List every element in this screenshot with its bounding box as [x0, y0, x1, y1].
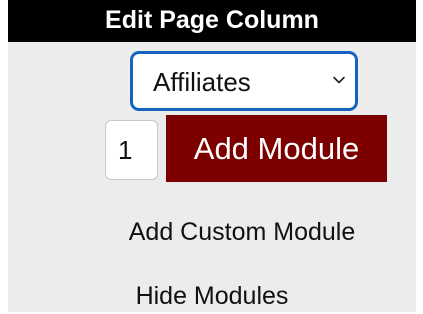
hide-modules-link[interactable]: Hide Modules [8, 278, 416, 314]
edit-page-column-panel: Edit Page Column Affiliates Add Module A… [8, 0, 416, 312]
chevron-down-icon [333, 76, 345, 84]
module-select-value: Affiliates [153, 67, 251, 97]
module-quantity-input[interactable] [105, 120, 158, 180]
add-custom-module-link[interactable]: Add Custom Module [8, 214, 416, 250]
module-select[interactable]: Affiliates [130, 51, 358, 111]
panel-title: Edit Page Column [8, 0, 416, 42]
add-module-button[interactable]: Add Module [166, 115, 387, 182]
